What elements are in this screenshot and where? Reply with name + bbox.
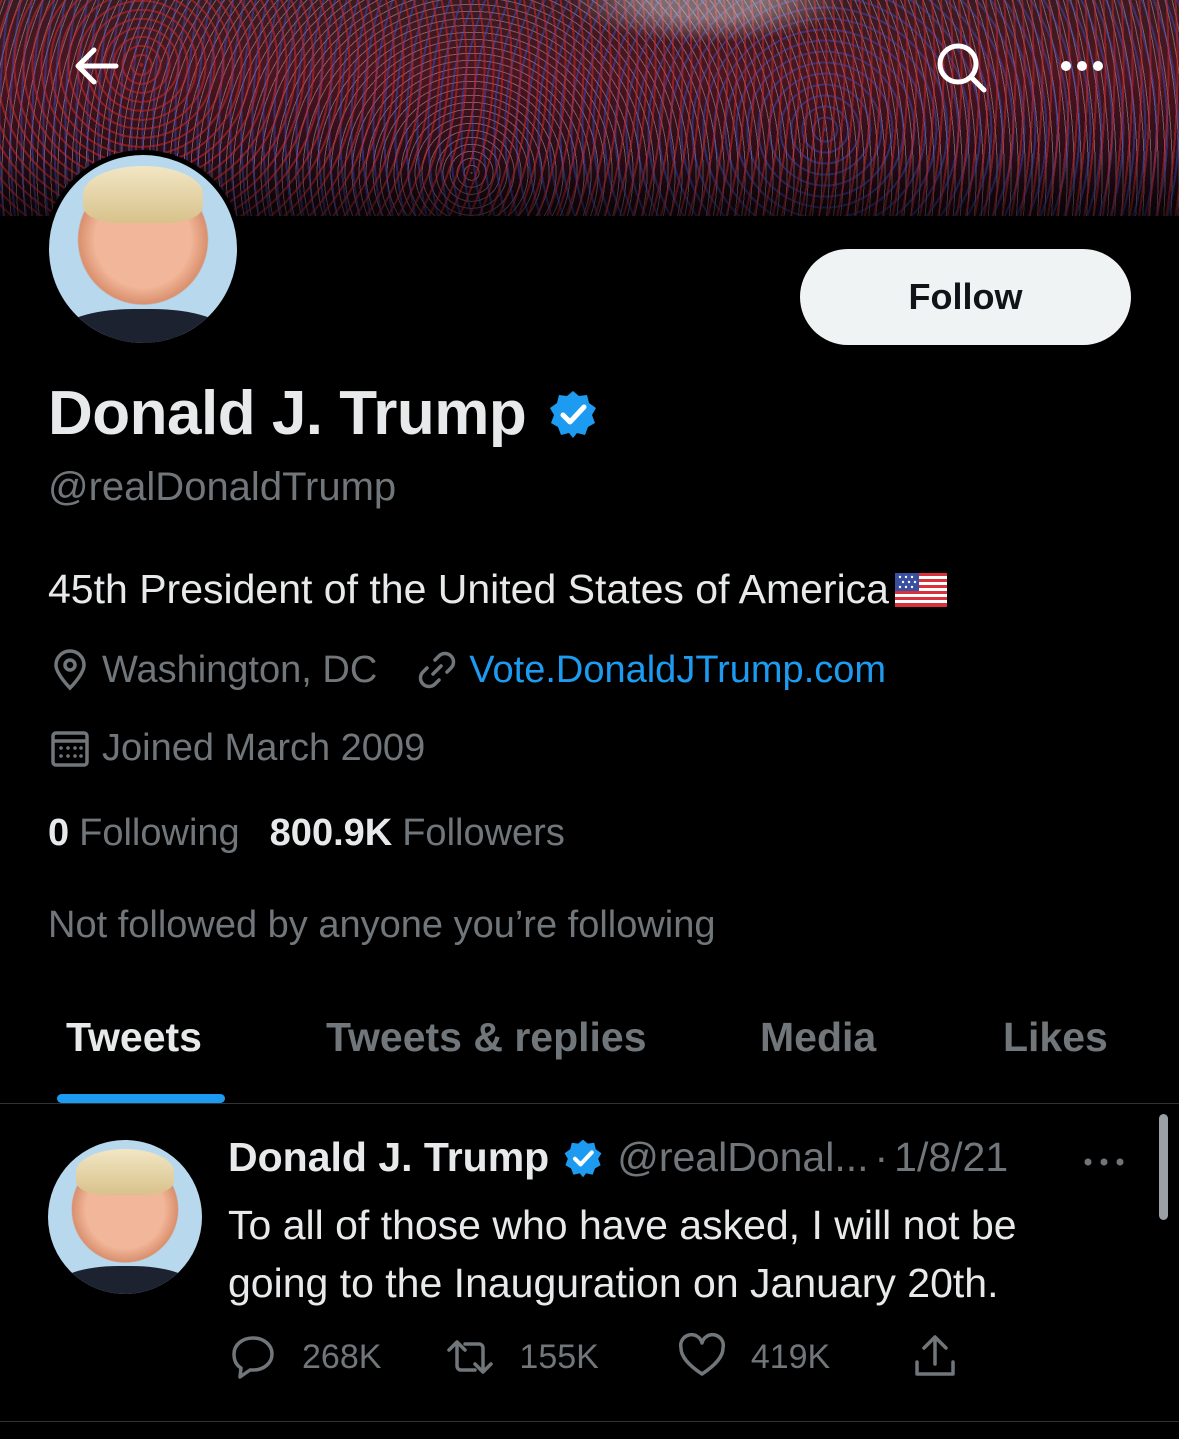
location-pin-icon: [54, 649, 86, 691]
link-icon: [419, 651, 456, 689]
followers-label: Followers: [402, 812, 565, 854]
share-button[interactable]: [910, 1332, 984, 1382]
tab-likes[interactable]: Likes: [1003, 1014, 1108, 1061]
avatar-suit: [58, 309, 228, 343]
follow-button[interactable]: Follow: [800, 249, 1131, 345]
tweet-date[interactable]: 1/8/21: [894, 1134, 1008, 1181]
following-label: Following: [79, 812, 240, 854]
like-button[interactable]: 419K: [677, 1332, 830, 1382]
search-button[interactable]: [930, 36, 994, 100]
retweet-button[interactable]: 155K: [445, 1332, 599, 1382]
reply-icon: [232, 1336, 274, 1379]
bio-text: 45th President of the United States of A…: [48, 566, 889, 612]
retweet-icon: [447, 1340, 494, 1374]
tweet-author-name[interactable]: Donald J. Trump: [228, 1134, 549, 1181]
profile-meta-joined-row: Joined March 2009: [48, 726, 425, 770]
profile-meta-location-row: Washington, DC Vote.DonaldJTrump.com: [48, 648, 886, 692]
active-tab-indicator: [57, 1094, 225, 1103]
calendar-icon: [51, 731, 89, 767]
like-count: 419K: [750, 1337, 831, 1376]
tab-tweets[interactable]: Tweets: [66, 1014, 202, 1061]
tweet-header-separator: ·: [874, 1134, 889, 1180]
profile-location: Washington, DC: [102, 648, 378, 691]
reply-button[interactable]: 268K: [228, 1332, 381, 1382]
tab-tweets-and-replies[interactable]: Tweets & replies: [326, 1014, 647, 1061]
share-icon: [915, 1335, 955, 1376]
verified-badge-icon: [550, 390, 597, 438]
us-flag-icon: [894, 572, 947, 607]
more-horizontal-icon[interactable]: [1080, 1150, 1128, 1174]
display-name: Donald J. Trump: [48, 379, 527, 448]
tweet-item[interactable]: Donald J. Trump @realDonal... · 1/8/21 T…: [0, 1106, 1179, 1422]
followed-by-note: Not followed by anyone you’re following: [48, 904, 716, 946]
profile-website-link[interactable]: Vote.DonaldJTrump.com: [469, 649, 886, 692]
tweet-author-avatar[interactable]: [48, 1140, 202, 1294]
profile-avatar[interactable]: [44, 150, 242, 348]
back-button[interactable]: [66, 36, 126, 96]
tweet-author-handle[interactable]: @realDonal...: [617, 1134, 868, 1181]
more-horizontal-icon: [1061, 61, 1103, 71]
tweet-text: To all of those who have asked, I will n…: [228, 1202, 1017, 1306]
profile-name-row: Donald J. Trump: [48, 378, 598, 449]
following-count-link[interactable]: 0 Following: [48, 812, 240, 855]
profile-tabs: Tweets Tweets & replies Media Likes: [0, 990, 1179, 1104]
verified-badge-icon: [564, 1139, 602, 1177]
tab-media[interactable]: Media: [760, 1014, 876, 1061]
profile-bio: 45th President of the United States of A…: [48, 566, 947, 613]
following-count: 0: [48, 812, 70, 854]
more-options-button[interactable]: [1050, 36, 1114, 100]
profile-page: Follow Donald J. Trump @realDonaldTrump …: [0, 0, 1179, 1439]
avatar-suit: [55, 1266, 195, 1294]
heart-icon: [678, 1333, 725, 1376]
followers-count: 800.9K: [269, 812, 393, 854]
followers-count-link[interactable]: 800.9K Followers: [270, 812, 565, 855]
search-icon: [937, 43, 987, 93]
profile-joined-date: Joined March 2009: [102, 726, 426, 769]
tweet-actions: 268K 155K 419K: [228, 1332, 984, 1382]
tweet-header: Donald J. Trump @realDonal... · 1/8/21: [228, 1134, 1008, 1181]
reply-count: 268K: [302, 1337, 382, 1376]
scrollbar[interactable]: [1159, 1114, 1168, 1220]
avatar-hair: [75, 1149, 175, 1196]
profile-follow-counts: 0 Following 800.9K Followers: [48, 812, 595, 855]
retweet-count: 155K: [519, 1337, 599, 1376]
profile-handle: @realDonaldTrump: [48, 465, 397, 509]
arrow-left-icon: [75, 47, 119, 85]
avatar-hair: [82, 166, 204, 223]
